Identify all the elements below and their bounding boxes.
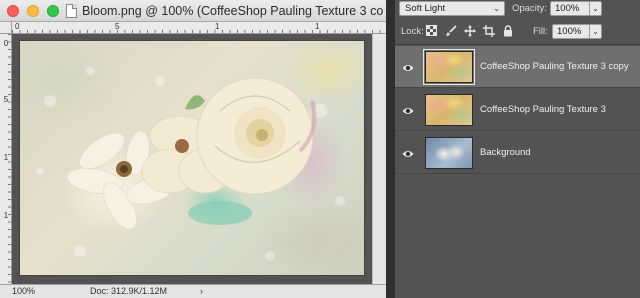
layer-row-background[interactable]: Background xyxy=(395,132,640,174)
lock-label: Lock: xyxy=(401,26,424,37)
visibility-eye-icon[interactable] xyxy=(402,104,414,116)
ruler-tick-label: 1 xyxy=(3,211,9,220)
chevron-down-icon: ⌄ xyxy=(493,4,500,13)
document-icon xyxy=(66,4,77,18)
ruler-tick-label: 0 xyxy=(15,22,20,31)
document-title: Bloom.png @ 100% (CoffeeShop Pauling Tex… xyxy=(82,4,384,18)
layer-thumbnail[interactable] xyxy=(425,137,473,169)
status-menu-arrow-icon[interactable]: › xyxy=(200,285,208,298)
opacity-slider-toggle[interactable]: ⌄ xyxy=(590,1,602,16)
vertical-ruler[interactable]: 0 5 1 1 xyxy=(0,34,12,284)
panel-divider xyxy=(386,0,394,298)
ruler-tick-label: 1 xyxy=(315,22,320,31)
layer-name[interactable]: Background xyxy=(480,146,531,159)
ruler-tick-label: 1 xyxy=(3,153,9,162)
status-bar: 100% Doc: 312.9K/1.12M › xyxy=(0,284,386,298)
vertical-scrollbar[interactable] xyxy=(372,34,386,284)
ruler-tick-label: 5 xyxy=(115,22,120,31)
flower-artwork xyxy=(36,67,345,261)
lock-all-padlock-icon[interactable] xyxy=(501,25,514,38)
horizontal-ruler[interactable]: 0 5 1 1 xyxy=(12,22,386,34)
visibility-eye-icon[interactable] xyxy=(402,61,414,73)
lock-row: Lock: Fill: 100% ⌄ xyxy=(395,19,640,45)
document-window: Bloom.png @ 100% (CoffeeShop Pauling Tex… xyxy=(0,0,386,298)
ruler-tick-label: 5 xyxy=(3,95,9,104)
layer-thumbnail[interactable] xyxy=(423,49,475,85)
ruler-origin[interactable] xyxy=(0,22,12,34)
layer-row-texture-copy[interactable]: CoffeeShop Pauling Texture 3 copy xyxy=(395,46,640,88)
layer-thumbnail[interactable] xyxy=(425,94,473,126)
opacity-input[interactable]: 100% xyxy=(550,1,590,16)
fill-label: Fill: xyxy=(533,26,548,37)
lock-artboard-crop-icon[interactable] xyxy=(482,25,495,38)
window-titlebar[interactable]: Bloom.png @ 100% (CoffeeShop Pauling Tex… xyxy=(0,0,386,22)
opacity-label: Opacity: xyxy=(512,3,547,14)
visibility-eye-icon[interactable] xyxy=(402,147,414,159)
layers-panel: Soft Light ⌄ Opacity: 100% ⌄ Lock: Fill:… xyxy=(394,0,640,298)
lock-position-move-icon[interactable] xyxy=(463,25,476,38)
minimize-window-button[interactable] xyxy=(27,5,39,17)
layer-row-texture[interactable]: CoffeeShop Pauling Texture 3 xyxy=(395,89,640,131)
canvas-area[interactable] xyxy=(12,34,372,284)
lock-transparent-pixels-icon[interactable] xyxy=(425,25,438,38)
lock-image-pixels-brush-icon[interactable] xyxy=(444,25,457,38)
ruler-tick-label: 0 xyxy=(3,39,9,48)
blend-mode-value: Soft Light xyxy=(405,3,446,14)
document-size-info: Doc: 312.9K/1.12M xyxy=(90,286,168,296)
layer-name[interactable]: CoffeeShop Pauling Texture 3 xyxy=(480,103,606,116)
close-window-button[interactable] xyxy=(7,5,19,17)
fill-input[interactable]: 100% xyxy=(552,24,590,39)
maximize-window-button[interactable] xyxy=(47,5,59,17)
layer-name[interactable]: CoffeeShop Pauling Texture 3 copy xyxy=(480,60,629,73)
zoom-level-field[interactable]: 100% xyxy=(12,285,52,298)
fill-slider-toggle[interactable]: ⌄ xyxy=(590,24,602,39)
ruler-tick-label: 1 xyxy=(215,22,220,31)
image-canvas[interactable] xyxy=(20,41,364,275)
blend-mode-select[interactable]: Soft Light ⌄ xyxy=(399,1,505,16)
